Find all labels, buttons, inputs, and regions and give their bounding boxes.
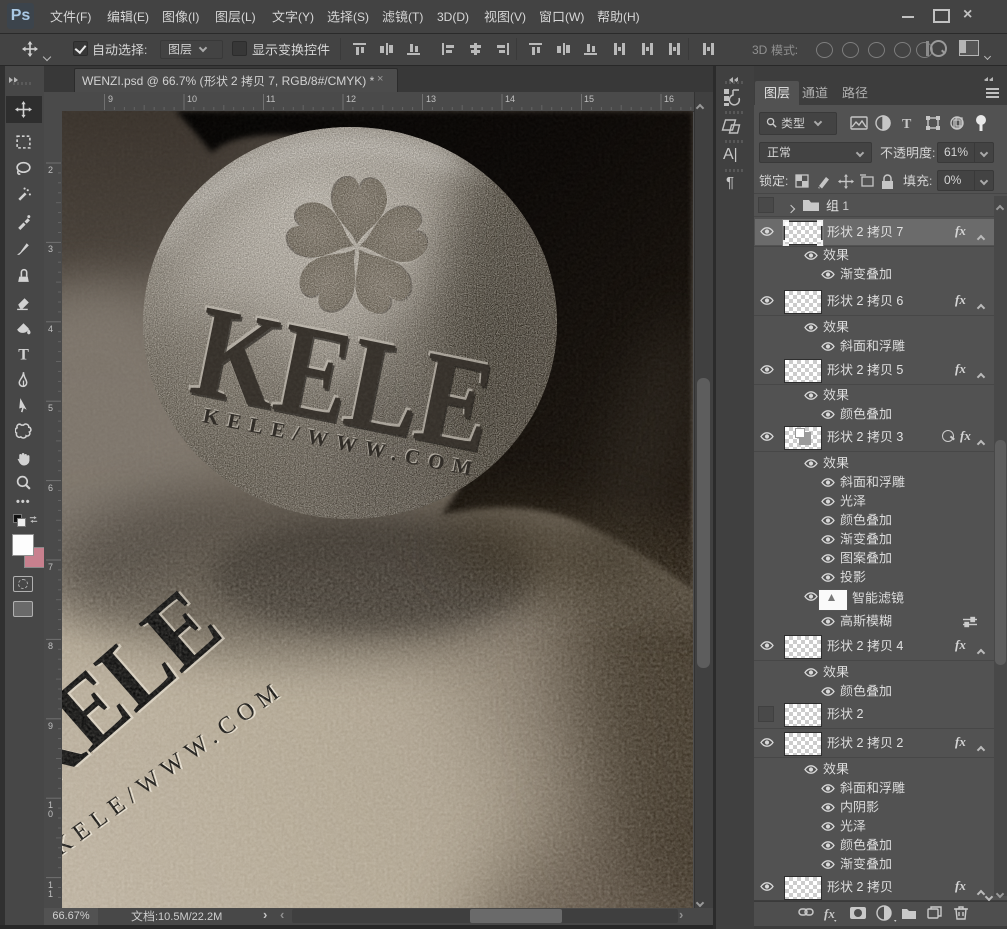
- svg-text:T: T: [902, 117, 912, 132]
- svg-text:8: 8: [48, 641, 53, 651]
- svg-text:11: 11: [266, 94, 275, 104]
- svg-text:14: 14: [505, 94, 515, 104]
- svg-text:fx: fx: [824, 906, 835, 921]
- svg-text:12: 12: [346, 94, 356, 104]
- svg-text:13: 13: [426, 94, 436, 104]
- svg-text:16: 16: [664, 94, 674, 104]
- svg-text:4: 4: [48, 324, 53, 334]
- svg-text:1: 1: [48, 889, 53, 899]
- svg-text:7: 7: [48, 562, 53, 572]
- svg-text:T: T: [18, 346, 29, 362]
- svg-text:9: 9: [108, 94, 113, 104]
- svg-text:2: 2: [48, 165, 53, 175]
- svg-text:0: 0: [48, 809, 53, 819]
- svg-text:5: 5: [48, 403, 53, 413]
- svg-text:15: 15: [584, 94, 594, 104]
- svg-text:9: 9: [48, 721, 53, 731]
- svg-text:10: 10: [187, 94, 197, 104]
- svg-text:6: 6: [48, 483, 53, 493]
- svg-text:3: 3: [48, 244, 53, 254]
